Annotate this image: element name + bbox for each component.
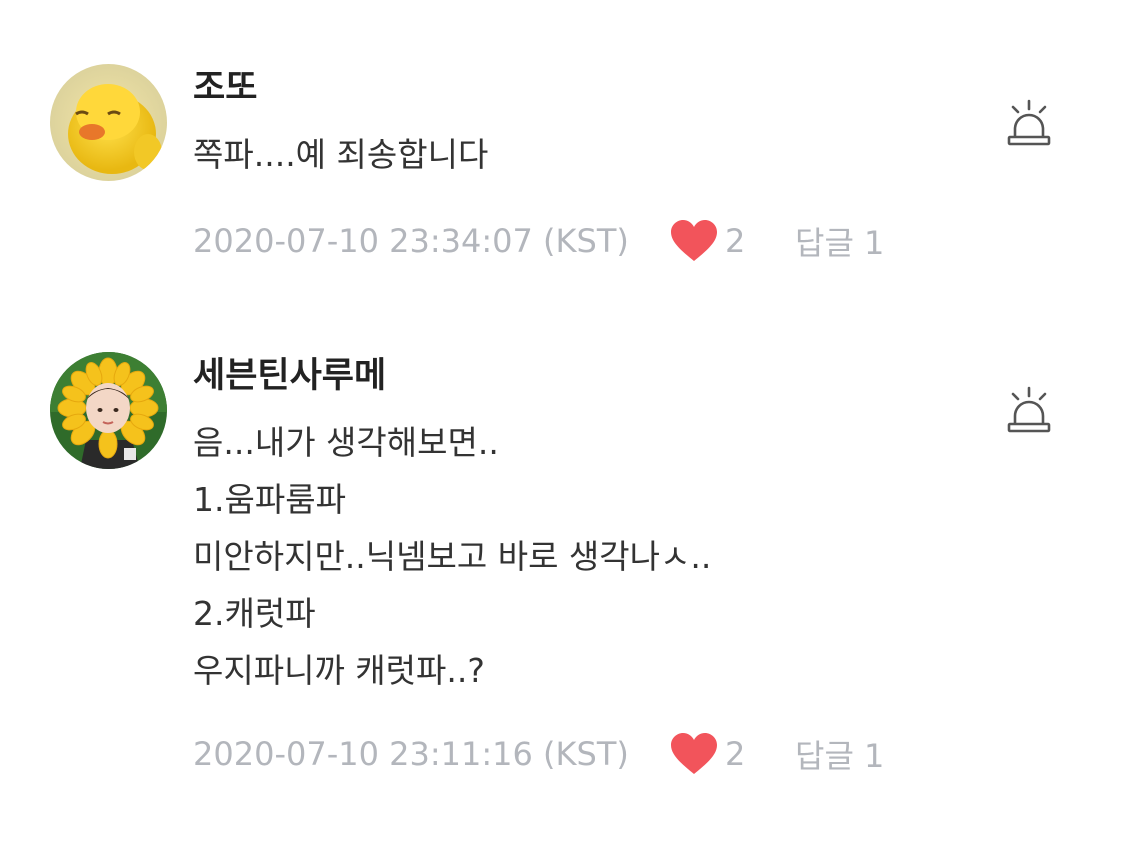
like-button[interactable]: 2	[669, 219, 745, 263]
siren-icon	[1007, 99, 1051, 146]
like-button[interactable]: 2	[669, 732, 745, 776]
sunflower-avatar-icon	[50, 352, 167, 469]
comment-meta: 2020-07-10 23:11:16 (KST) 2 답글 1	[193, 732, 884, 776]
comment-line: 미안하지만..닉넴보고 바로 생각나ㅅ..	[193, 537, 712, 576]
like-count: 2	[725, 222, 746, 260]
like-count: 2	[725, 735, 746, 773]
comment-timestamp: 2020-07-10 23:11:16 (KST)	[193, 735, 629, 773]
comment-body: 쪽파....예 죄송합니다	[193, 126, 488, 183]
comment-line: 2.캐럿파	[193, 594, 316, 633]
comment-timestamp: 2020-07-10 23:34:07 (KST)	[193, 222, 629, 260]
avatar[interactable]	[50, 64, 167, 181]
reply-button[interactable]: 답글 1	[795, 218, 884, 264]
duckling-avatar-icon	[50, 64, 167, 181]
report-button[interactable]	[1003, 386, 1055, 438]
comment-line: 음...내가 생각해보면..	[193, 423, 499, 462]
comment-line: 우지파니까 캐럿파..?	[193, 651, 485, 690]
comment-nickname[interactable]: 세븐틴사루메	[193, 354, 386, 398]
avatar[interactable]	[50, 352, 167, 469]
siren-icon	[1007, 386, 1051, 433]
comment-nickname[interactable]: 조또	[193, 66, 257, 110]
comment-line: 쪽파....예 죄송합니다	[193, 135, 489, 174]
comment-line: 1.움파룸파	[193, 480, 346, 519]
comment-meta: 2020-07-10 23:34:07 (KST) 2 답글 1	[193, 219, 884, 263]
heart-icon	[671, 733, 717, 774]
reply-button[interactable]: 답글 1	[795, 731, 884, 777]
report-button[interactable]	[1003, 99, 1055, 151]
heart-icon	[671, 220, 717, 261]
comment-body: 음...내가 생각해보면.. 1.움파룸파 미안하지만..닉넴보고 바로 생각나…	[193, 414, 711, 699]
